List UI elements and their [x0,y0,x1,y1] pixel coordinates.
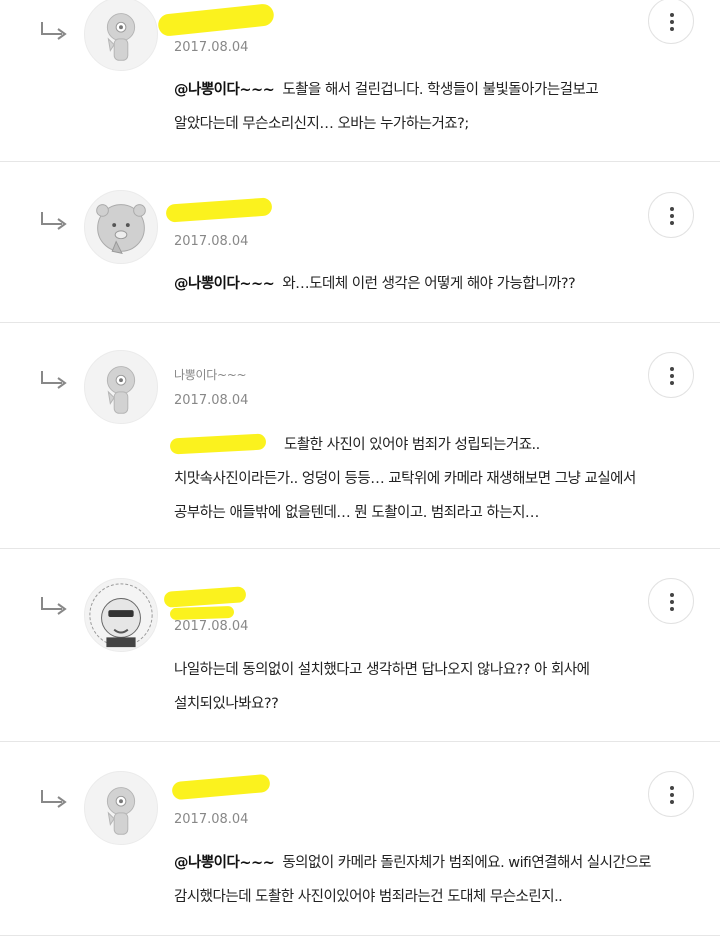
avatar[interactable] [84,771,158,845]
reply-arrow-icon [41,790,67,808]
reply-comment: 2017.08.04 @나뽕이다~~~ 도촬을 해서 걸린겁니다. 학생들이 불빛… [0,0,720,162]
more-options-button[interactable] [648,0,694,44]
reply-comment: 나뽕이다~~~ 2017.08.04 도촬한 사진이 있어야 범죄가 성립되는거… [0,323,720,549]
comment-line: @나뽕이다~~~ 도촬을 해서 걸린겁니다. 학생들이 불빛돌아가는걸보고 [174,82,599,98]
mention[interactable]: @나뽕이다~~~ [174,82,275,98]
comment-line: 알았다는데 무슨소리신지… 오바는 누가하는거죠?; [174,116,469,132]
reply-comment: 2017.08.04 @나뽕이다~~~ 와…도데체 이런 생각은 어떻게 해야 가… [0,162,720,323]
comment-line: 치맛속사진이라든가.. 엉덩이 등등… 교탁위에 카메라 재생해보면 그냥 교실… [174,471,636,487]
reply-comment: 2017.08.04 나일하는데 동의없이 설치했다고 생각하면 답나오지 않나… [0,549,720,742]
more-options-button[interactable] [648,578,694,624]
comment-nickname: 나뽕이다~~~ [174,368,247,382]
comment-date: 2017.08.04 [174,40,249,55]
comment-line: 감시했다는데 도촬한 사진이있어야 범죄라는건 도대체 무슨소린지.. [174,889,563,905]
more-vertical-icon [670,367,674,371]
comment-text: 도촬한 사진이 있어야 범죄가 성립되는거죠.. 치맛속사진이라든가.. 엉덩이… [174,428,674,530]
highlight-mark [169,605,235,621]
more-options-button[interactable] [648,192,694,238]
reply-arrow-icon [41,22,67,40]
comment-date: 2017.08.04 [174,812,249,827]
more-vertical-icon [670,786,674,790]
comment-text: @나뽕이다~~~ 동의없이 카메라 돌린자체가 범죄에요. wifi연결해서 실시… [174,846,674,914]
comment-line: 공부하는 애들밖에 없을텐데… 뭔 도촬이고. 범죄라고 하는지… [174,505,539,521]
mention[interactable]: @나뽕이다~~~ [174,855,275,871]
comment-line: 도촬한 사진이 있어야 범죄가 성립되는거죠.. [284,437,540,453]
highlight-mark [171,773,271,801]
comment-line: @나뽕이다~~~ 동의없이 카메라 돌린자체가 범죄에요. wifi연결해서 실시… [174,855,651,871]
comment-line: @나뽕이다~~~ 와…도데체 이런 생각은 어떻게 해야 가능합니까?? [174,276,576,292]
comment-text: @나뽕이다~~~ 도촬을 해서 걸린겁니다. 학생들이 불빛돌아가는걸보고 알았다… [174,73,674,141]
comment-date: 2017.08.04 [174,234,249,249]
reply-arrow-icon [41,597,67,615]
mention[interactable]: @나뽕이다~~~ [174,276,275,292]
comment-text: @나뽕이다~~~ 와…도데체 이런 생각은 어떻게 해야 가능합니까?? [174,267,674,301]
highlight-mark [165,197,273,223]
more-options-button[interactable] [648,771,694,817]
more-vertical-icon [670,207,674,211]
more-vertical-icon [670,13,674,17]
avatar[interactable] [84,578,158,652]
comment-date: 2017.08.04 [174,393,249,408]
comment-line: 설치되있나봐요?? [174,696,279,712]
avatar[interactable] [84,190,158,264]
comment-text: 나일하는데 동의없이 설치했다고 생각하면 답나오지 않나요?? 아 회사에 설… [174,653,674,721]
highlight-mark [163,586,247,608]
avatar[interactable] [84,350,158,424]
comment-date: 2017.08.04 [174,619,249,634]
avatar[interactable] [84,0,158,71]
highlight-mark [157,2,275,38]
reply-comment: 2017.08.04 @나뽕이다~~~ 동의없이 카메라 돌린자체가 범죄에요. … [0,742,720,936]
more-vertical-icon [670,593,674,597]
comment-line: 나일하는데 동의없이 설치했다고 생각하면 답나오지 않나요?? 아 회사에 [174,662,590,678]
reply-arrow-icon [41,212,67,230]
reply-arrow-icon [41,371,67,389]
more-options-button[interactable] [648,352,694,398]
